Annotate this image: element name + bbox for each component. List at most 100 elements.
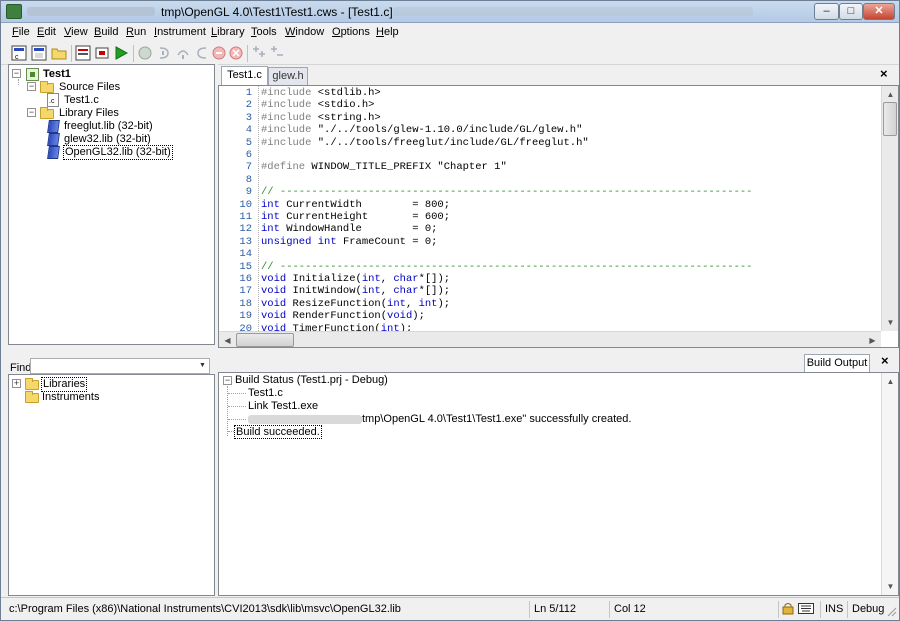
line-number: 13 <box>239 235 252 248</box>
scroll-thumb-horizontal[interactable] <box>236 333 294 347</box>
resize-grip-icon[interactable] <box>887 607 897 617</box>
close-output-icon[interactable]: × <box>881 353 889 368</box>
scroll-down-icon[interactable]: ▼ <box>882 314 898 331</box>
scroll-up-icon[interactable]: ▲ <box>882 373 898 390</box>
build-icon[interactable] <box>75 45 91 61</box>
window-title: tmp\OpenGL 4.0\Test1\Test1.cws - [Test1.… <box>161 5 393 19</box>
code-line[interactable]: #include <stdio.h> <box>261 99 374 111</box>
line-number: 18 <box>239 297 252 310</box>
menu-tools[interactable]: Tools <box>251 26 277 38</box>
stop-icon[interactable] <box>211 45 227 61</box>
breakpoint-icon[interactable] <box>137 45 153 61</box>
blurred-taskbar-region <box>393 7 753 16</box>
menu-run[interactable]: Run <box>126 26 146 38</box>
minimize-button[interactable]: – <box>814 3 839 20</box>
code-line[interactable]: unsigned int FrameCount = 0; <box>261 236 437 248</box>
code-line[interactable]: #include "./../tools/glew-1.10.0/include… <box>261 124 582 136</box>
collapse-icon[interactable]: − <box>27 82 36 91</box>
code-line[interactable]: // -------------------------------------… <box>261 186 752 198</box>
line-number: 4 <box>245 124 252 137</box>
build-result: Build succeeded. <box>234 425 322 439</box>
folder-icon <box>25 378 39 390</box>
build-item: Link Test1.exe <box>248 400 319 412</box>
tree-connector <box>228 393 246 394</box>
status-config: Debug <box>847 601 889 618</box>
expand-icon[interactable]: + <box>12 379 21 388</box>
collapse-icon[interactable]: − <box>27 108 36 117</box>
step-out-icon[interactable] <box>194 45 210 61</box>
blurred-path <box>248 414 362 424</box>
menu-options[interactable]: Options <box>332 26 370 38</box>
library-file-label: freeglut.lib (32-bit) <box>64 120 153 132</box>
step-into-icon[interactable] <box>156 45 172 61</box>
scroll-up-icon[interactable]: ▲ <box>882 86 898 103</box>
new-project-icon[interactable]: c <box>11 45 27 61</box>
editor-horizontal-scrollbar[interactable]: ◀ ▶ <box>219 331 881 347</box>
title-bar: tmp\OpenGL 4.0\Test1\Test1.cws - [Test1.… <box>1 1 899 23</box>
find-input[interactable] <box>30 358 210 374</box>
run-icon[interactable] <box>113 45 129 61</box>
output-vertical-scrollbar[interactable]: ▲ ▼ <box>881 373 898 595</box>
menu-file[interactable]: File <box>12 26 30 38</box>
editor-tab-strip: Test1.c glew.h × <box>218 66 899 85</box>
open-icon[interactable] <box>51 45 67 61</box>
clear-breakpoint-icon[interactable] <box>269 45 285 61</box>
library-file-label: OpenGL32.lib (32-bit) <box>63 145 173 160</box>
code-line[interactable]: void Initialize(int, char*[]); <box>261 273 450 285</box>
new-file-icon[interactable] <box>31 45 47 61</box>
created-path-text: tmp\OpenGL 4.0\Test1\Test1.exe" successf… <box>362 413 632 425</box>
menu-build[interactable]: Build <box>94 26 118 38</box>
scroll-right-icon[interactable]: ▶ <box>864 332 881 347</box>
find-dropdown-icon[interactable]: ▼ <box>196 359 209 373</box>
code-line[interactable]: void InitWindow(int, char*[]); <box>261 285 450 297</box>
menu-view[interactable]: View <box>64 26 88 38</box>
debug-stop-icon[interactable] <box>94 45 110 61</box>
toggle-breakpoint-icon[interactable] <box>251 45 267 61</box>
maximize-button[interactable]: □ <box>839 3 863 20</box>
scroll-down-icon[interactable]: ▼ <box>882 578 898 595</box>
code-line[interactable]: int CurrentHeight = 600; <box>261 211 450 223</box>
code-line[interactable]: #include <stdlib.h> <box>261 87 381 99</box>
menu-instrument[interactable]: Instrument <box>154 26 206 38</box>
left-splitter[interactable] <box>8 346 215 356</box>
code-line[interactable]: int WindowHandle = 0; <box>261 223 437 235</box>
code-line[interactable]: // -------------------------------------… <box>261 261 752 273</box>
status-column: Col 12 <box>609 601 675 618</box>
right-splitter[interactable] <box>218 348 899 354</box>
menu-library[interactable]: Library <box>211 26 245 38</box>
editor-vertical-scrollbar[interactable]: ▲ ▼ <box>881 86 898 331</box>
status-line: Ln 5/112 <box>529 601 603 618</box>
application-window: tmp\OpenGL 4.0\Test1\Test1.cws - [Test1.… <box>0 0 900 621</box>
menu-window[interactable]: Window <box>285 26 324 38</box>
menu-help[interactable]: Help <box>376 26 399 38</box>
terminate-icon[interactable] <box>228 45 244 61</box>
library-file-icon <box>47 120 60 133</box>
scroll-thumb[interactable] <box>883 102 897 136</box>
code-editor[interactable]: 1 2 3 4 5 6 7 8 9 10 11 12 13 14 15 16 17 18 19 20 #include… <box>218 85 899 348</box>
code-line[interactable]: #include "./../tools/freeglut/include/GL… <box>261 137 589 149</box>
library-file-icon <box>47 133 60 146</box>
scroll-left-icon[interactable]: ◀ <box>219 332 236 347</box>
toolbar-separator <box>71 45 72 62</box>
source-file-label: Test1.c <box>64 94 99 106</box>
code-line[interactable]: #define WINDOW_TITLE_PREFIX "Chapter 1" <box>261 161 507 173</box>
line-number: 10 <box>239 198 252 211</box>
tab-glew-h[interactable]: glew.h <box>268 67 308 85</box>
close-editor-icon[interactable]: × <box>880 66 888 81</box>
code-line[interactable]: void RenderFunction(void); <box>261 310 425 322</box>
collapse-icon[interactable]: − <box>223 376 232 385</box>
tree-connector <box>228 406 246 407</box>
menu-edit[interactable]: Edit <box>37 26 56 38</box>
step-over-icon[interactable] <box>175 45 191 61</box>
tree-connector <box>228 419 246 420</box>
instrument-tree-panel: + Libraries Instruments <box>8 374 215 596</box>
collapse-icon[interactable]: − <box>12 69 21 78</box>
close-button[interactable]: ✕ <box>863 3 895 20</box>
tab-build-output[interactable]: Build Output <box>804 354 870 373</box>
build-item-created: tmp\OpenGL 4.0\Test1\Test1.exe" successf… <box>248 413 631 425</box>
tab-test1-c[interactable]: Test1.c <box>221 66 268 85</box>
find-label: Find <box>10 362 32 374</box>
code-line[interactable]: int CurrentWidth = 800; <box>261 199 450 211</box>
code-line[interactable]: #include <string.h> <box>261 112 381 124</box>
code-line[interactable]: void ResizeFunction(int, int); <box>261 298 450 310</box>
